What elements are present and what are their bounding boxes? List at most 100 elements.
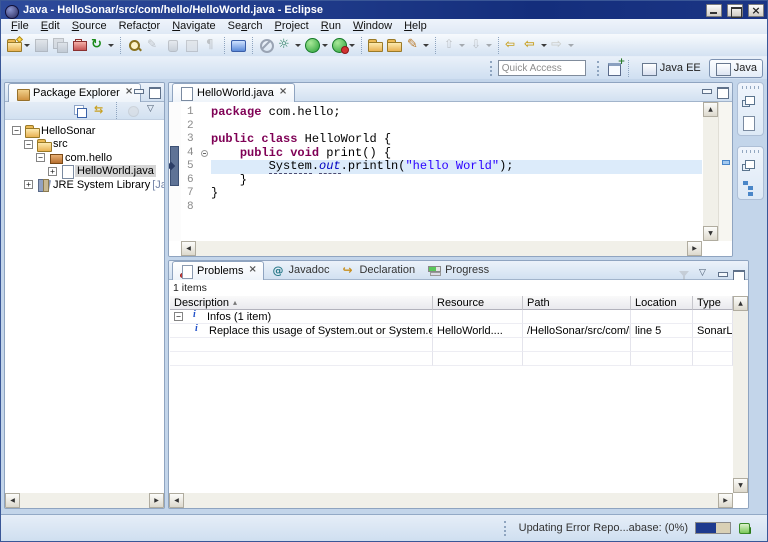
overview-ruler[interactable]	[718, 102, 732, 241]
expander-plus-icon[interactable]: +	[48, 167, 57, 176]
scroll-right-button[interactable]	[149, 493, 164, 508]
scroll-up-button[interactable]	[703, 102, 718, 117]
column-header-location[interactable]: Location	[631, 296, 693, 310]
link-with-editor-button[interactable]	[257, 35, 276, 55]
menu-item-run[interactable]: Run	[315, 19, 347, 34]
editor-hscrollbar[interactable]	[181, 241, 702, 256]
background-job-icon[interactable]	[738, 521, 753, 536]
previous-annotation-button[interactable]	[440, 35, 467, 55]
close-icon[interactable]	[279, 88, 288, 98]
perspective-drag-grip[interactable]	[597, 61, 600, 76]
toolbar-drag-grip[interactable]	[490, 61, 493, 76]
close-icon[interactable]	[248, 266, 257, 276]
mark-occurrences-button[interactable]	[144, 35, 163, 55]
expander-minus-icon[interactable]: −	[12, 126, 21, 135]
open-console-button[interactable]	[229, 35, 248, 55]
tab-progress[interactable]: Progress	[421, 261, 495, 279]
task-list-button[interactable]	[740, 114, 761, 131]
column-header-description[interactable]: Description▴	[170, 296, 433, 310]
tree-item-src[interactable]: −src	[5, 138, 164, 152]
menu-item-help[interactable]: Help	[398, 19, 433, 34]
menu-item-edit[interactable]: Edit	[35, 19, 66, 34]
problems-group-row[interactable]: −Infos (1 item)	[170, 310, 733, 324]
run-button[interactable]	[303, 35, 330, 55]
perspective-java[interactable]: Java	[709, 59, 763, 78]
tree-item-jre-system-library[interactable]: +JRE System Library [JavaSE	[5, 178, 164, 192]
code-line-4[interactable]: 4 public void print() {	[181, 147, 702, 161]
expander-plus-icon[interactable]: +	[24, 180, 33, 189]
save-button[interactable]	[32, 35, 51, 55]
open-type-button[interactable]	[366, 35, 385, 55]
tree-item-com-hello[interactable]: −com.hello	[5, 151, 164, 165]
run-external-button[interactable]	[330, 35, 357, 55]
scroll-down-button[interactable]	[703, 226, 718, 241]
show-whitespace-button[interactable]	[201, 35, 220, 55]
outline-button[interactable]	[740, 178, 761, 195]
code-line-6[interactable]: 6 }	[181, 174, 702, 188]
debug-button[interactable]	[276, 35, 303, 55]
menu-item-refactor[interactable]: Refactor	[113, 19, 167, 34]
menu-item-file[interactable]: File	[5, 19, 35, 34]
save-all-button[interactable]	[51, 35, 70, 55]
scroll-left-button[interactable]	[5, 493, 20, 508]
editor-vscrollbar[interactable]	[703, 102, 718, 241]
link-with-editor-button[interactable]	[92, 101, 109, 121]
window-minimize-button[interactable]	[706, 4, 722, 17]
window-close-button[interactable]	[748, 4, 764, 17]
drag-grip[interactable]	[742, 86, 759, 89]
code-line-7[interactable]: 7}	[181, 187, 702, 201]
menu-item-search[interactable]: Search	[222, 19, 269, 34]
menu-item-source[interactable]: Source	[66, 19, 113, 34]
tab-problems[interactable]: Problems	[172, 261, 264, 280]
restore-view-button[interactable]	[740, 93, 761, 110]
minimize-view-button[interactable]	[132, 86, 145, 97]
minimize-view-button[interactable]	[716, 269, 729, 280]
collapse-all-button[interactable]	[72, 101, 89, 121]
package-explorer-hscrollbar[interactable]	[5, 493, 164, 508]
menu-item-project[interactable]: Project	[269, 19, 315, 34]
info-annotation-marker[interactable]	[722, 160, 730, 165]
minimize-editor-button[interactable]	[700, 86, 713, 97]
menu-item-window[interactable]: Window	[347, 19, 398, 34]
forward-button[interactable]	[549, 35, 576, 55]
expander-minus-icon[interactable]: −	[174, 312, 183, 321]
scroll-left-button[interactable]	[181, 241, 196, 256]
code-line-1[interactable]: 1package com.hello;	[181, 106, 702, 120]
open-perspective-button[interactable]	[605, 58, 624, 78]
menu-item-navigate[interactable]: Navigate	[166, 19, 221, 34]
code-line-5[interactable]: 5 System.out.println("hello World");	[181, 160, 702, 174]
quick-access-input[interactable]	[498, 60, 586, 76]
print-button[interactable]	[70, 35, 89, 55]
next-annotation-button[interactable]	[467, 35, 494, 55]
format-button[interactable]	[404, 35, 431, 55]
expander-minus-icon[interactable]: −	[36, 153, 45, 162]
scroll-left-button[interactable]	[169, 493, 184, 508]
problems-hscrollbar[interactable]	[169, 493, 733, 508]
export-jar-button[interactable]	[163, 35, 182, 55]
column-header-type[interactable]: Type	[693, 296, 733, 310]
column-header-resource[interactable]: Resource	[433, 296, 523, 310]
tree-item-hellosonar[interactable]: −HelloSonar	[5, 124, 164, 138]
view-menu-button[interactable]	[144, 101, 161, 121]
column-header-path[interactable]: Path	[523, 296, 631, 310]
perspective-java-ee[interactable]: Java EE	[636, 59, 706, 78]
search-button[interactable]	[125, 35, 144, 55]
code-area[interactable]: 1package com.hello;23public class HelloW…	[181, 102, 702, 241]
code-line-2[interactable]: 2	[181, 120, 702, 134]
restore-view-button[interactable]	[740, 157, 761, 174]
new-wizard-button[interactable]	[5, 35, 32, 55]
tab-package-explorer[interactable]: Package Explorer	[8, 83, 141, 102]
tree-item-helloworld-java[interactable]: +HelloWorld.java	[5, 165, 164, 179]
focus-button[interactable]	[124, 101, 141, 121]
maximize-view-button[interactable]	[148, 86, 161, 97]
drag-grip[interactable]	[742, 150, 759, 153]
tab-declaration[interactable]: Declaration	[335, 261, 421, 279]
last-edit-location-button[interactable]	[503, 35, 522, 55]
build-all-button[interactable]	[89, 35, 116, 55]
expander-minus-icon[interactable]: −	[24, 140, 33, 149]
tab-javadoc[interactable]: Javadoc	[264, 261, 335, 279]
maximize-editor-button[interactable]	[716, 86, 729, 97]
annotation-ruler[interactable]	[169, 102, 181, 241]
fold-collapse-icon[interactable]	[201, 150, 208, 157]
open-resource-button[interactable]	[385, 35, 404, 55]
